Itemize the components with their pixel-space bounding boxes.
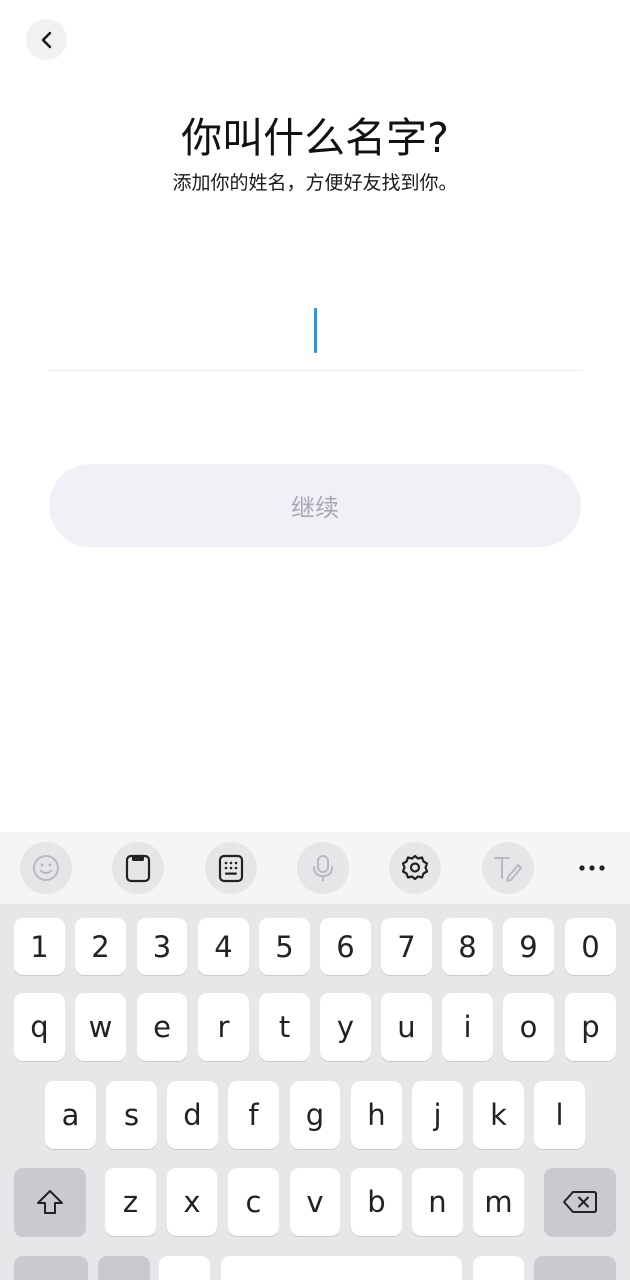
key-l[interactable]: l [534,1081,585,1149]
comma-key[interactable] [159,1256,210,1280]
key-2[interactable]: 2 [75,918,126,975]
space-key[interactable] [221,1256,462,1280]
handwriting-button[interactable] [482,842,534,894]
period-key[interactable] [473,1256,524,1280]
key-c[interactable]: c [228,1168,279,1236]
more-icon [579,865,605,871]
clipboard-icon [125,854,151,883]
page-subtitle: 添加你的姓名，方便好友找到你。 [172,172,458,194]
key-s[interactable]: s [106,1081,157,1149]
name-input[interactable] [48,292,587,372]
key-5[interactable]: 5 [259,918,310,975]
key-b[interactable]: b [351,1168,402,1236]
key-8[interactable]: 8 [442,918,493,975]
microphone-icon [313,855,333,881]
back-button[interactable] [26,19,67,60]
key-u[interactable]: u [381,993,432,1061]
key-1[interactable]: 1 [14,918,65,975]
microphone-button[interactable] [297,842,349,894]
key-3[interactable]: 3 [137,918,187,975]
key-e[interactable]: e [137,993,187,1061]
shift-icon [37,1190,63,1214]
key-0[interactable]: 0 [565,918,616,975]
key-h[interactable]: h [351,1081,402,1149]
clipboard-button[interactable] [112,842,164,894]
key-q[interactable]: q [14,993,65,1061]
continue-button[interactable]: 继续 [49,464,581,547]
keyboard: 1 2 3 4 5 6 7 8 9 0 q w e r t y u i o p … [0,832,630,1280]
gear-icon [401,854,429,881]
keypad-icon [218,854,244,883]
key-n[interactable]: n [412,1168,463,1236]
key-r[interactable]: r [198,993,249,1061]
chevron-left-icon [41,31,51,48]
text-cursor [314,308,317,353]
keypad-button[interactable] [205,842,257,894]
key-y[interactable]: y [320,993,371,1061]
backspace-key[interactable] [544,1168,616,1236]
key-f[interactable]: f [228,1081,279,1149]
handwriting-icon [494,857,522,882]
key-x[interactable]: x [167,1168,217,1236]
key-d[interactable]: d [167,1081,218,1149]
key-4[interactable]: 4 [198,918,249,975]
shift-key[interactable] [14,1168,86,1236]
keyboard-toolbar [0,832,630,904]
key-i[interactable]: i [442,993,493,1061]
key-z[interactable]: z [105,1168,156,1236]
key-6[interactable]: 6 [320,918,371,975]
name-field-container [48,292,587,372]
key-m[interactable]: m [473,1168,524,1236]
language-key[interactable] [98,1256,150,1280]
emoji-icon [33,855,59,881]
key-v[interactable]: v [290,1168,340,1236]
more-button[interactable] [566,842,618,894]
key-t[interactable]: t [259,993,310,1061]
symbols-key[interactable] [14,1256,88,1280]
key-k[interactable]: k [473,1081,524,1149]
key-g[interactable]: g [290,1081,340,1149]
screen: 你叫什么名字? 添加你的姓名，方便好友找到你。 继续 1 2 3 4 5 6 7… [0,0,630,1280]
enter-key[interactable] [534,1256,616,1280]
key-p[interactable]: p [565,993,616,1061]
key-o[interactable]: o [503,993,554,1061]
key-a[interactable]: a [45,1081,96,1149]
key-7[interactable]: 7 [381,918,432,975]
key-9[interactable]: 9 [503,918,554,975]
page-title: 你叫什么名字? [181,114,449,162]
emoji-button[interactable] [20,842,72,894]
settings-button[interactable] [389,842,441,894]
key-j[interactable]: j [412,1081,463,1149]
backspace-icon [563,1191,597,1213]
key-w[interactable]: w [75,993,126,1061]
